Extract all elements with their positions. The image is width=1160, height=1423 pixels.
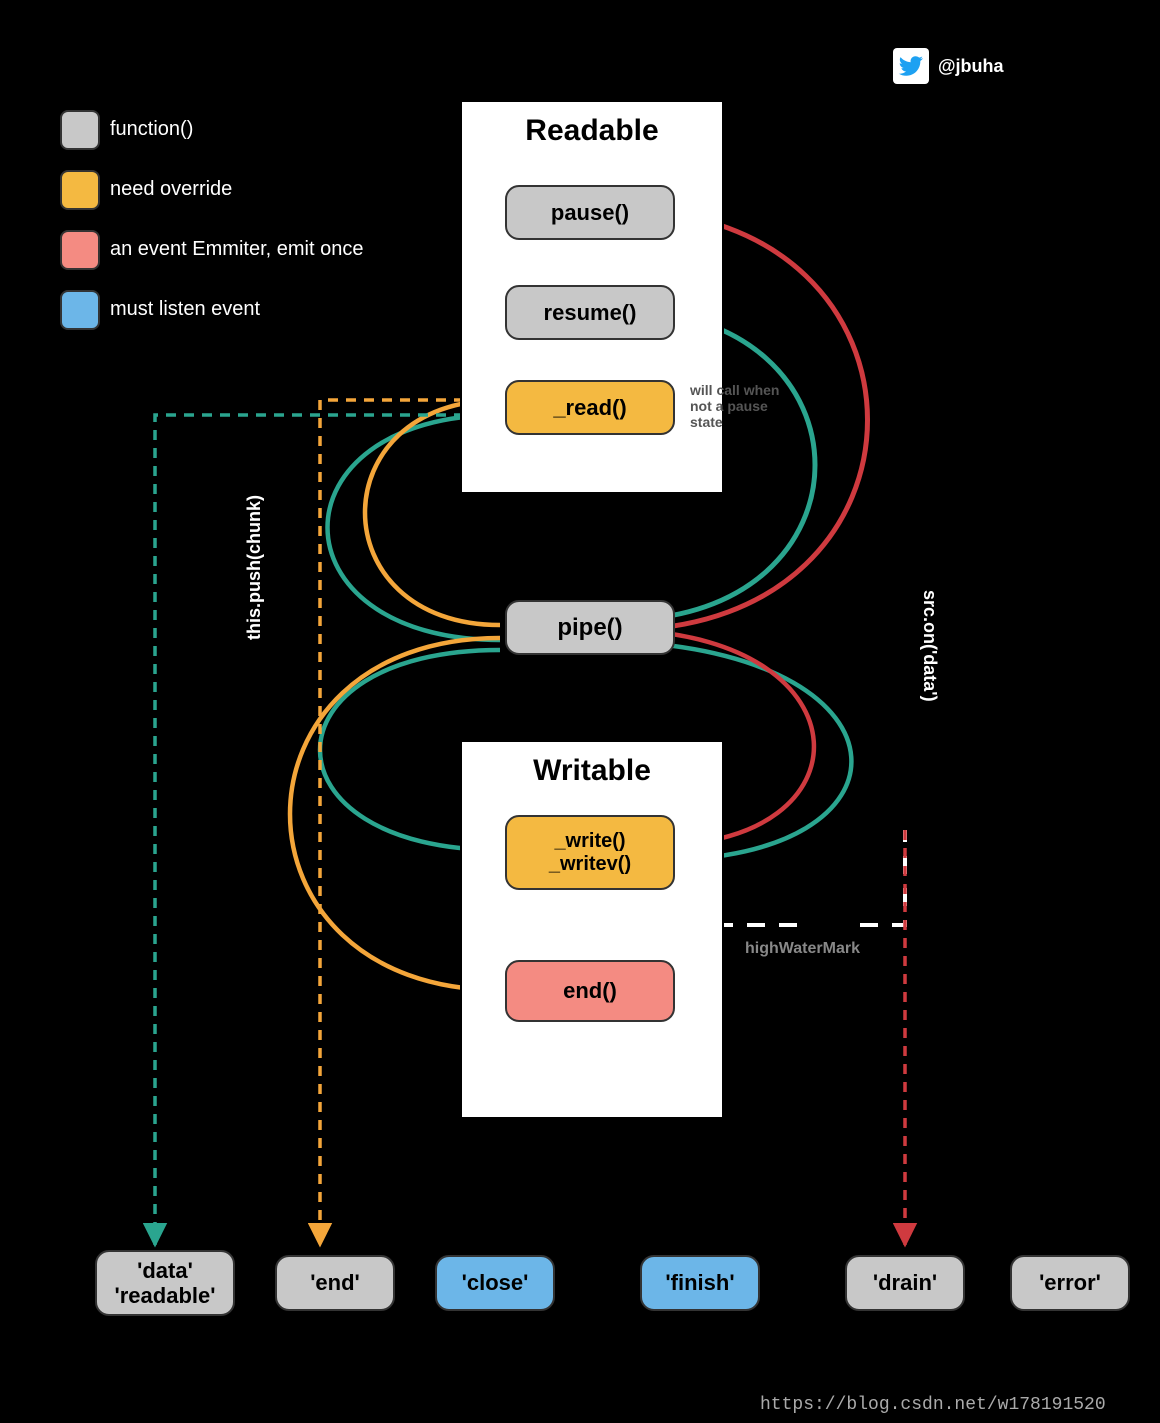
legend-label-override: need override <box>110 178 232 201</box>
note-read: will call when not a pause state <box>690 382 820 430</box>
note-read-l2: not a pause <box>690 398 820 414</box>
label-highwatermark: highWaterMark <box>745 940 860 958</box>
event-data: 'data' 'readable' <box>95 1250 235 1316</box>
node-pause: pause() <box>505 185 675 240</box>
node-write-l1: _write() <box>554 830 625 853</box>
event-data-l1: 'data' <box>137 1258 193 1283</box>
node-end: end() <box>505 960 675 1022</box>
event-end: 'end' <box>275 1255 395 1311</box>
node-read: _read() <box>505 380 675 435</box>
event-drain: 'drain' <box>845 1255 965 1311</box>
note-read-l1: will call when <box>690 382 820 398</box>
diagram-canvas: @jbuha function() need override an event… <box>0 0 1160 1423</box>
legend-label-must-listen: must listen event <box>110 298 260 321</box>
legend-swatch-event-once <box>60 230 100 270</box>
legend-swatch-must-listen <box>60 290 100 330</box>
event-finish: 'finish' <box>640 1255 760 1311</box>
legend-swatch-function <box>60 110 100 150</box>
twitter-handle: @jbuha <box>938 56 1004 77</box>
legend-label-function: function() <box>110 118 193 141</box>
side-label-push: this.push(chunk) <box>244 495 265 640</box>
panel-writable: Writable <box>460 740 724 1119</box>
node-resume: resume() <box>505 285 675 340</box>
legend-label-event-once: an event Emmiter, emit once <box>110 238 363 261</box>
event-error: 'error' <box>1010 1255 1130 1311</box>
credit-text: https://blog.csdn.net/w178191520 <box>760 1395 1106 1415</box>
twitter-icon <box>893 48 929 84</box>
panel-readable-title: Readable <box>462 114 722 148</box>
node-write-l2: _writev() <box>549 853 631 876</box>
event-close: 'close' <box>435 1255 555 1311</box>
side-label-ondata: src.on('data') <box>919 590 940 702</box>
event-data-l2: 'readable' <box>115 1283 216 1308</box>
panel-writable-title: Writable <box>462 754 722 788</box>
node-pipe: pipe() <box>505 600 675 655</box>
node-write: _write() _writev() <box>505 815 675 890</box>
note-read-l3: state <box>690 414 820 430</box>
legend-swatch-override <box>60 170 100 210</box>
